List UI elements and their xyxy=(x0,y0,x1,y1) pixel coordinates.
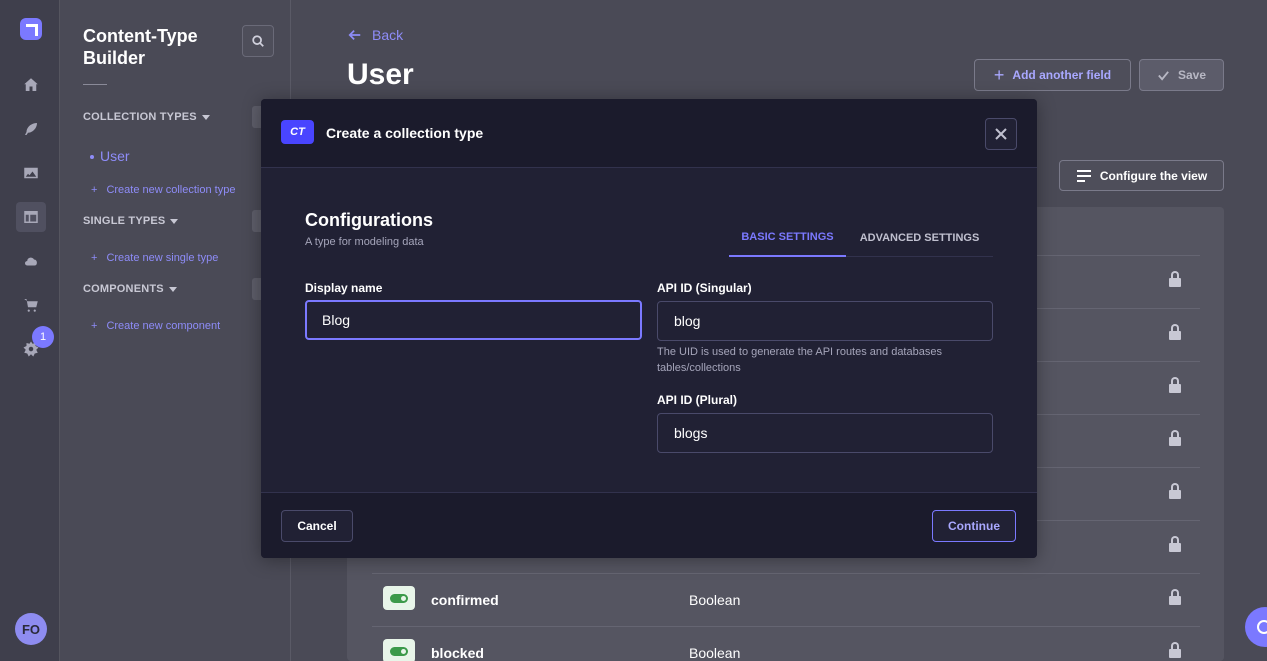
create-collection-type-label: Create new collection type xyxy=(106,184,236,196)
field-name: blocked xyxy=(431,645,484,661)
bullet-icon xyxy=(90,155,94,160)
create-collection-type-link[interactable]: + Create new collection type xyxy=(91,184,235,196)
list-settings-icon xyxy=(1076,169,1091,182)
help-button[interactable] xyxy=(1245,607,1267,647)
plus-icon: + xyxy=(91,252,98,264)
home-icon[interactable] xyxy=(16,70,46,100)
field-type: Boolean xyxy=(689,592,741,608)
modal-title: Create a collection type xyxy=(326,125,484,141)
collection-types-section[interactable]: COLLECTION TYPES xyxy=(83,111,210,123)
lock-icon xyxy=(1169,377,1181,393)
plus-icon: + xyxy=(91,184,98,196)
image-icon[interactable] xyxy=(16,158,46,188)
lock-icon xyxy=(1169,430,1181,446)
single-types-label: SINGLE TYPES xyxy=(83,215,166,227)
plus-icon: + xyxy=(91,320,98,332)
single-types-section[interactable]: SINGLE TYPES xyxy=(83,215,179,227)
continue-button[interactable]: Continue xyxy=(932,510,1016,542)
search-icon xyxy=(252,35,264,47)
configure-view-label: Configure the view xyxy=(1099,168,1208,183)
check-icon xyxy=(1158,70,1169,81)
table-row[interactable]: blocked Boolean xyxy=(372,626,1200,661)
lock-icon xyxy=(1169,589,1181,605)
strapi-logo-icon[interactable] xyxy=(20,18,42,40)
sidebar-divider xyxy=(83,84,107,85)
arrow-left-icon xyxy=(348,30,361,40)
settings-tabs: BASIC SETTINGS ADVANCED SETTINGS xyxy=(729,219,993,257)
modal-header: CT Create a collection type xyxy=(261,99,1037,168)
components-section[interactable]: COMPONENTS xyxy=(83,283,177,295)
configurations-subheading: A type for modeling data xyxy=(305,236,424,248)
api-id-singular-label: API ID (Singular) xyxy=(657,281,752,295)
save-button[interactable]: Save xyxy=(1139,59,1224,91)
components-label: COMPONENTS xyxy=(83,283,164,295)
boolean-toggle-icon xyxy=(383,586,415,610)
configurations-heading: Configurations xyxy=(305,210,433,230)
api-id-plural-input[interactable]: blogs xyxy=(657,413,993,453)
api-id-hint: The UID is used to generate the API rout… xyxy=(657,346,942,374)
api-id-plural-label: API ID (Plural) xyxy=(657,393,738,407)
avatar[interactable]: FO xyxy=(15,613,47,645)
lock-icon xyxy=(1169,483,1181,499)
cart-icon[interactable] xyxy=(16,290,46,320)
create-component-link[interactable]: + Create new component xyxy=(91,320,220,332)
add-another-field-button[interactable]: + Add another field xyxy=(974,59,1131,91)
field-name: confirmed xyxy=(431,592,499,608)
collection-type-badge: CT xyxy=(281,120,314,144)
display-name-label: Display name xyxy=(305,281,383,295)
configure-view-button[interactable]: Configure the view xyxy=(1059,160,1224,191)
settings-notification-badge: 1 xyxy=(32,326,54,348)
modal-footer: Cancel Continue xyxy=(261,492,1037,558)
create-component-label: Create new component xyxy=(106,320,221,332)
create-single-type-label: Create new single type xyxy=(106,252,219,264)
create-single-type-link[interactable]: + Create new single type xyxy=(91,252,218,264)
collection-types-label: COLLECTION TYPES xyxy=(83,111,197,123)
feather-icon[interactable] xyxy=(16,114,46,144)
boolean-toggle-icon xyxy=(383,639,415,661)
lock-icon xyxy=(1169,536,1181,552)
field-type: Boolean xyxy=(689,645,741,661)
caret-down-icon xyxy=(201,114,210,120)
cancel-button[interactable]: Cancel xyxy=(281,510,353,542)
add-field-label: Add another field xyxy=(1012,68,1112,82)
tab-advanced-settings[interactable]: ADVANCED SETTINGS xyxy=(856,219,983,257)
table-row[interactable]: confirmed Boolean xyxy=(372,573,1200,626)
api-id-singular-input[interactable]: blog xyxy=(657,301,993,341)
lock-icon xyxy=(1169,324,1181,340)
display-name-input[interactable]: Blog xyxy=(305,300,642,340)
close-icon xyxy=(995,128,1007,140)
tab-basic-settings[interactable]: BASIC SETTINGS xyxy=(729,219,846,257)
lock-icon xyxy=(1169,271,1181,287)
sidebar-item-user[interactable]: User xyxy=(90,148,130,164)
cloud-icon[interactable] xyxy=(16,246,46,276)
close-button[interactable] xyxy=(985,118,1017,150)
back-link[interactable]: Back xyxy=(348,27,403,43)
caret-down-icon xyxy=(168,286,177,292)
search-button[interactable] xyxy=(242,25,274,57)
caret-down-icon xyxy=(170,218,179,224)
plus-icon: + xyxy=(993,64,1005,85)
sidebar-title: Content-Type Builder xyxy=(83,26,198,68)
save-label: Save xyxy=(1177,68,1207,82)
sidebar-item-label: User xyxy=(100,148,130,164)
back-label: Back xyxy=(372,27,404,43)
content-type-sidebar: Content-Type Builder COLLECTION TYPES Us… xyxy=(60,0,291,661)
lock-icon xyxy=(1169,642,1181,658)
page-title: User xyxy=(347,58,414,91)
layout-icon[interactable] xyxy=(16,202,46,232)
main-nav-rail: 1 FO xyxy=(0,0,60,661)
create-collection-type-modal: CT Create a collection type Configuratio… xyxy=(261,99,1037,558)
